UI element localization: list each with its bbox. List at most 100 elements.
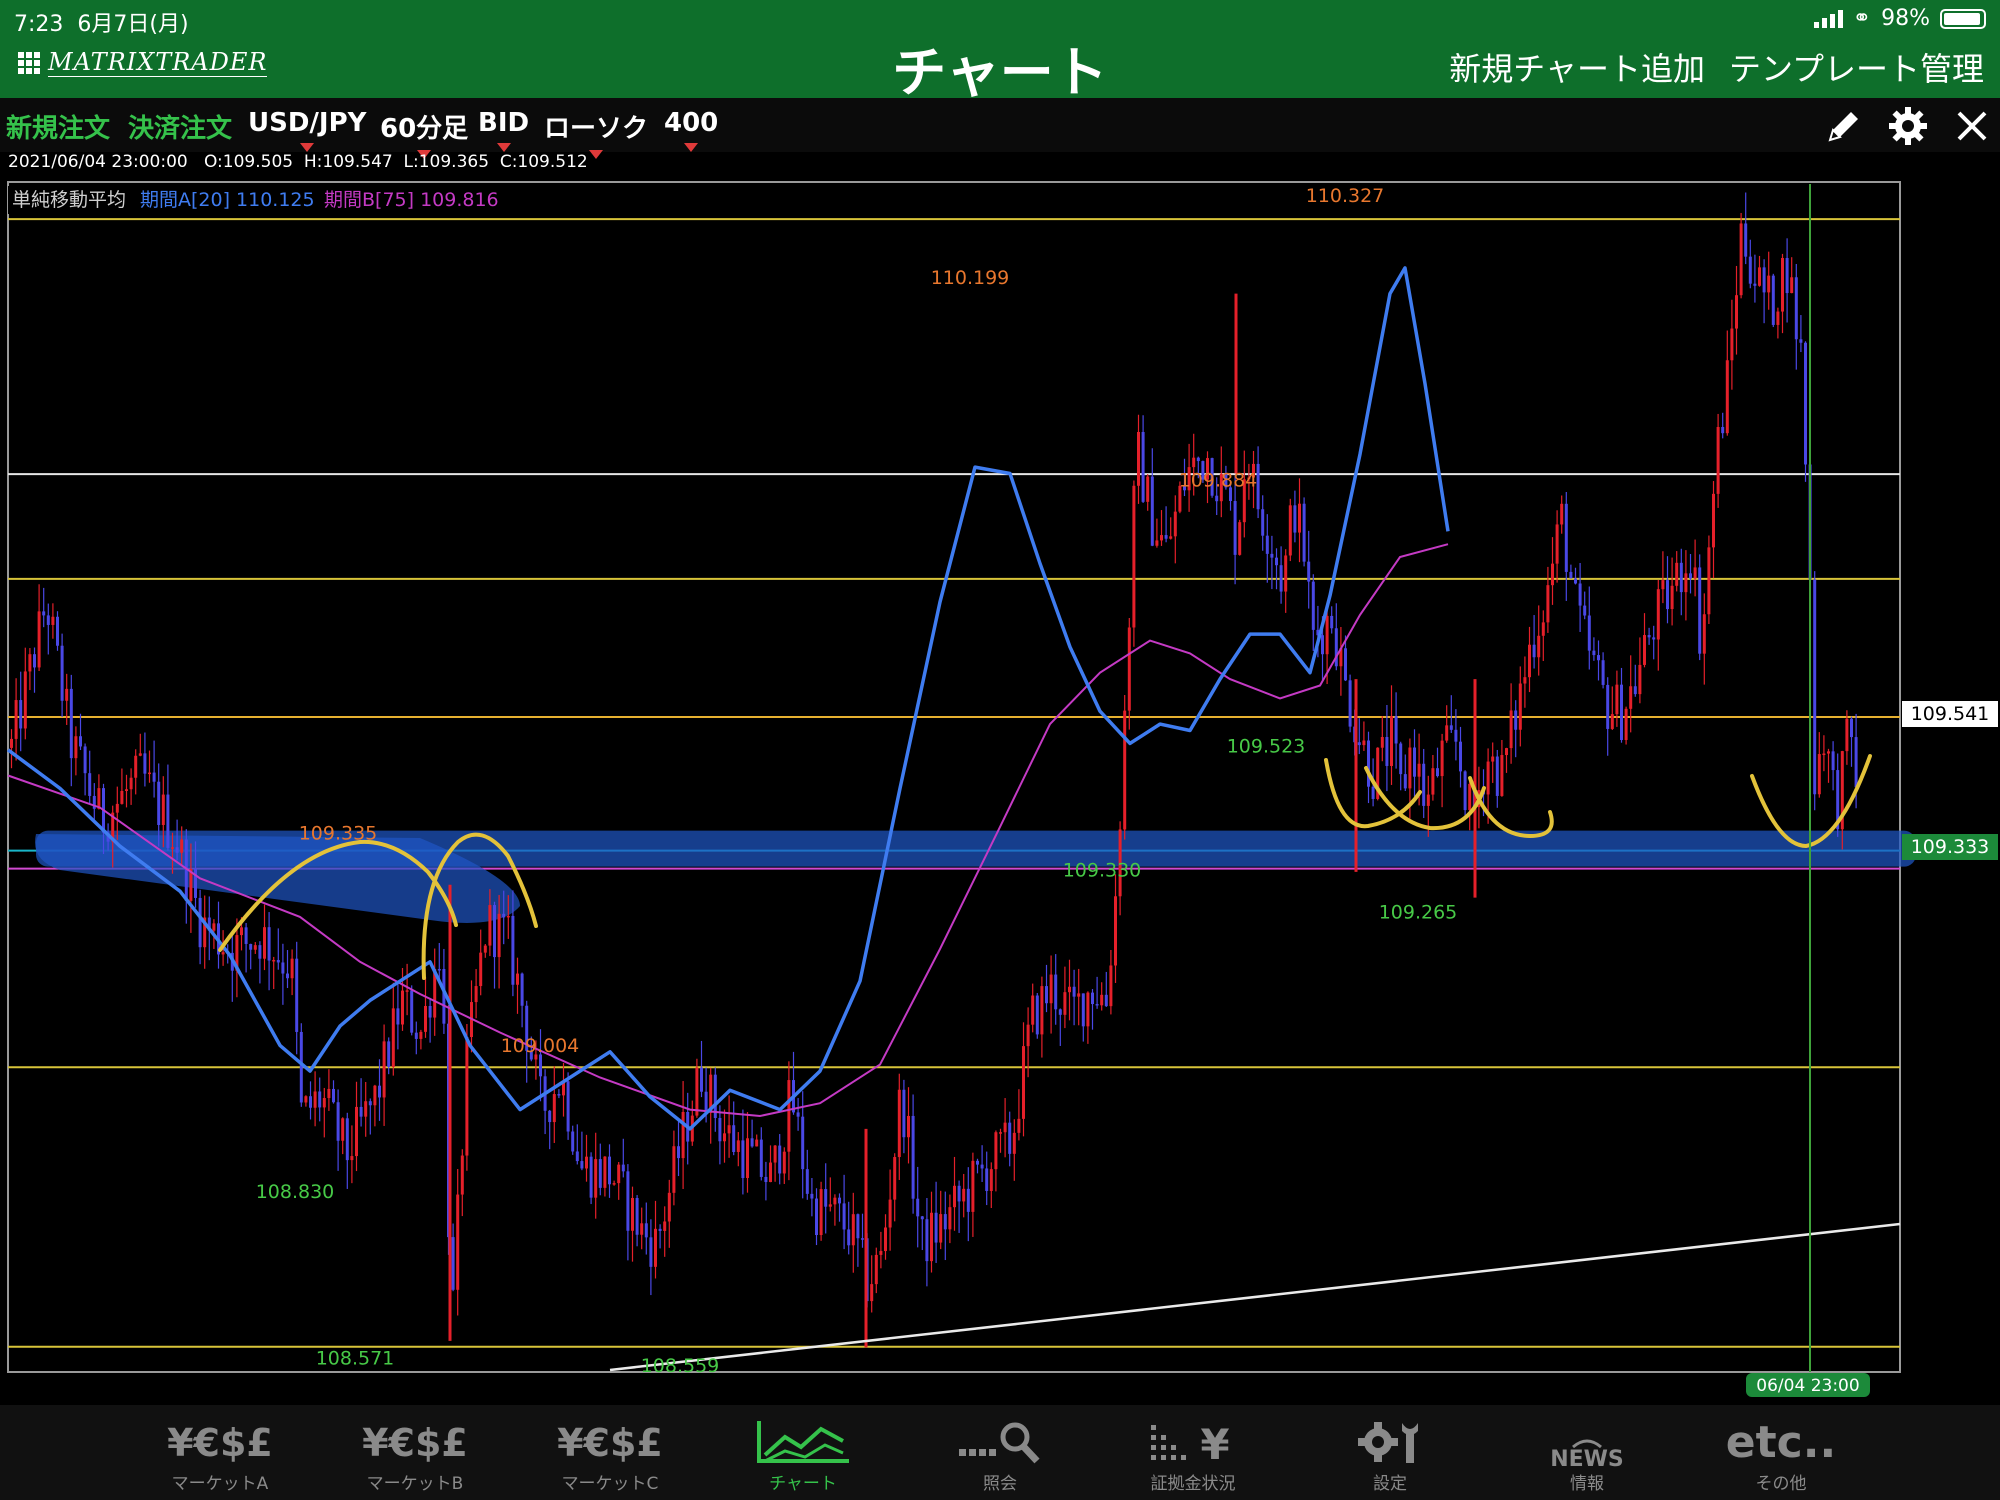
chart-type-select[interactable]: ローソク — [544, 108, 648, 159]
timeframe-select[interactable]: 60分足 — [380, 108, 468, 159]
candle-body — [1012, 1132, 1016, 1154]
candle-body — [810, 1193, 814, 1199]
candle-body — [649, 1237, 653, 1267]
candle-body — [1712, 493, 1715, 548]
candle-body — [796, 1112, 800, 1117]
nav-margin-status[interactable]: ¥ 証拠金状況 — [1118, 1419, 1268, 1494]
candle-body — [1293, 505, 1297, 533]
nav-market-a[interactable]: ¥€$£ マーケットA — [145, 1419, 295, 1494]
add-chart-button[interactable]: 新規チャート追加 — [1449, 44, 1705, 90]
candle-body — [1040, 986, 1044, 1035]
candle-body — [180, 839, 184, 853]
candle-body — [1684, 573, 1688, 593]
candle-body — [19, 700, 23, 729]
candle-body — [1578, 583, 1582, 606]
nav-label: 証拠金状況 — [1150, 1474, 1236, 1494]
candle-body — [516, 973, 519, 985]
candle-body — [497, 913, 501, 958]
candle-body — [23, 671, 27, 729]
candle-body — [856, 1214, 860, 1239]
nav-other[interactable]: etc.. その他 — [1706, 1419, 1856, 1495]
candle-body — [746, 1138, 749, 1178]
candle-body — [723, 1133, 726, 1142]
candle-body — [1385, 737, 1389, 766]
template-manage-button[interactable]: テンプレート管理 — [1729, 44, 1984, 90]
candle-body — [1748, 256, 1752, 284]
candle-body — [1422, 763, 1426, 806]
candle-body — [1698, 567, 1702, 654]
signal-icon — [1813, 9, 1843, 28]
extreme-labels: 110.327 110.199 109.884 109.335 109.004 109.5… — [256, 185, 1458, 1377]
nav-label: マーケットA — [171, 1474, 269, 1494]
low-label: 109.523 — [1227, 736, 1306, 758]
candle-body — [152, 772, 156, 782]
candle-body — [907, 1115, 910, 1138]
candle-body — [1661, 580, 1665, 590]
currency-icon: ¥€$£ — [167, 1421, 273, 1465]
candle-body — [1629, 686, 1633, 709]
nav-settings[interactable]: 設定 — [1315, 1419, 1465, 1494]
candle-body — [1003, 1122, 1007, 1133]
close-order-button[interactable]: 決済注文 — [128, 108, 232, 145]
nav-market-b[interactable]: ¥€$£ マーケットB — [340, 1419, 490, 1494]
candle-body — [1702, 614, 1706, 654]
candle-body — [511, 915, 515, 985]
price-type-select[interactable]: BID — [478, 108, 529, 152]
candle-body — [571, 1131, 575, 1152]
symbol-select[interactable]: USD/JPY — [248, 108, 366, 152]
candle-body — [56, 616, 59, 646]
candle-body — [355, 1106, 358, 1157]
nav-market-c[interactable]: ¥€$£ マーケットC — [535, 1419, 685, 1494]
price-chart[interactable]: 単純移動平均 期間A[20] 110.125 期間B[75] 109.816 1… — [0, 178, 2000, 1405]
candle-body — [1620, 684, 1623, 740]
candle-body — [295, 958, 299, 1032]
candle-body — [1652, 637, 1656, 640]
candle-body — [115, 803, 119, 813]
candle-body — [378, 1085, 381, 1098]
candle-body — [828, 1204, 832, 1207]
candle-body — [1348, 680, 1352, 727]
nav-chart[interactable]: チャート — [728, 1419, 878, 1494]
candle-body — [83, 746, 87, 774]
candle-body — [1173, 511, 1177, 537]
candle-body — [244, 927, 248, 944]
candle-body — [1505, 748, 1508, 756]
nav-label: その他 — [1755, 1474, 1807, 1494]
candle-body — [1095, 1004, 1099, 1006]
nav-news[interactable]: NEWS 情報 — [1512, 1419, 1662, 1494]
candle-body — [1771, 275, 1775, 325]
candle-body — [327, 1088, 331, 1099]
candle-body — [1610, 714, 1614, 729]
candle-body — [1468, 783, 1472, 811]
candle-body — [874, 1254, 878, 1285]
pencil-icon[interactable] — [1822, 104, 1866, 148]
ohlc-open: O:109.505 — [203, 152, 294, 172]
close-icon[interactable] — [1950, 104, 1994, 148]
new-order-button[interactable]: 新規注文 — [6, 108, 110, 145]
candle-body — [1546, 585, 1550, 623]
candle-body — [1068, 986, 1071, 993]
current-price-tag: 109.541 — [1902, 701, 1998, 727]
battery-icon — [1940, 8, 1986, 29]
ohlc-high: H:109.547 — [303, 152, 393, 172]
candle-body — [125, 789, 128, 791]
candle-body — [681, 1111, 685, 1159]
candle-body — [1790, 277, 1794, 294]
nav-inquiry[interactable]: 照会 — [925, 1419, 1075, 1494]
candle-body — [46, 615, 50, 625]
candle-body — [732, 1125, 736, 1153]
candle-body — [322, 1098, 326, 1108]
bar-count-select[interactable]: 400 — [664, 108, 718, 152]
candle-body — [263, 927, 266, 959]
candle-body — [1804, 342, 1807, 465]
gear-icon[interactable] — [1886, 104, 1930, 148]
candle-body — [994, 1132, 998, 1170]
candle-body — [750, 1138, 754, 1147]
candle-body — [1606, 684, 1610, 729]
low-label: 108.571 — [316, 1347, 395, 1369]
candle-body — [1270, 553, 1274, 558]
caret-down-icon — [684, 143, 699, 152]
candle-body — [345, 1118, 349, 1161]
candle-body — [1367, 740, 1370, 787]
candle-body — [787, 1080, 791, 1152]
